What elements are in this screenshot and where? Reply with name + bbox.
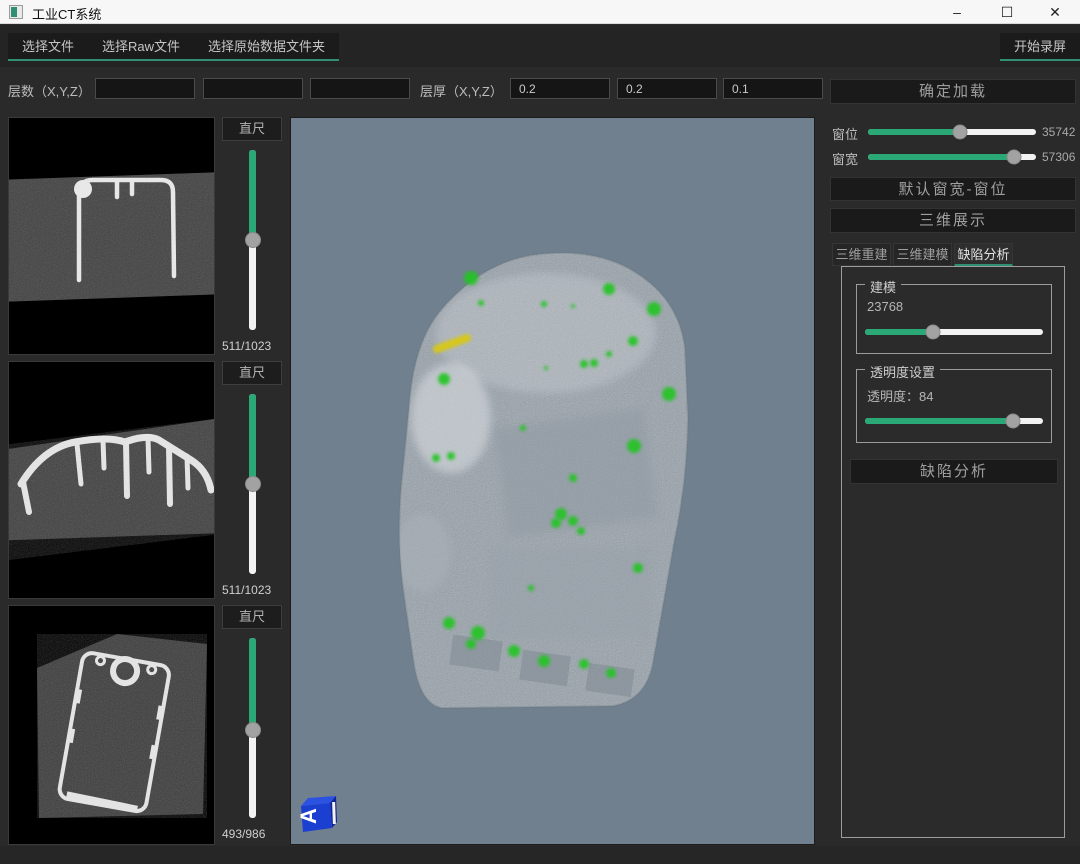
layers-y-input[interactable] xyxy=(203,78,303,99)
defect-analysis-panel: 建模 23768 透明度设置 透明度：84 缺陷分析 xyxy=(841,266,1065,838)
thickness-z-input[interactable] xyxy=(723,78,823,99)
select-file-button[interactable]: 选择文件 xyxy=(8,33,88,59)
modeling-groupbox: 建模 23768 xyxy=(856,284,1052,354)
display-3d-button[interactable]: 三维展示 xyxy=(830,208,1076,233)
close-button[interactable]: ✕ xyxy=(1032,0,1078,24)
modeling-value: 23768 xyxy=(867,299,903,314)
slider-thumb[interactable] xyxy=(245,722,261,738)
slice-position-label: 511/1023 xyxy=(222,339,286,353)
slider-fill xyxy=(868,154,1014,160)
slice-view-yz xyxy=(8,605,215,845)
slider-thumb[interactable] xyxy=(1007,150,1022,165)
window-level-slider[interactable] xyxy=(868,129,1036,135)
opacity-value-label: 透明度：84 xyxy=(867,386,933,405)
orientation-cube-logo: A xyxy=(296,794,338,836)
confirm-load-button[interactable]: 确定加载 xyxy=(830,79,1076,104)
default-window-button[interactable]: 默认窗宽-窗位 xyxy=(830,177,1076,201)
opacity-groupbox: 透明度设置 透明度：84 xyxy=(856,369,1052,443)
opacity-group-title: 透明度设置 xyxy=(865,362,940,381)
slider-fill xyxy=(249,394,256,484)
layers-x-input[interactable] xyxy=(95,78,195,99)
minimize-button[interactable]: – xyxy=(934,0,980,24)
modeling-group-title: 建模 xyxy=(865,277,901,296)
select-raw-folder-button[interactable]: 选择原始数据文件夹 xyxy=(194,33,339,59)
toolbar: 选择文件 选择Raw文件 选择原始数据文件夹 开始录屏 xyxy=(0,25,1080,67)
slice-yz-slider[interactable] xyxy=(249,638,256,818)
file-button-group: 选择文件 选择Raw文件 选择原始数据文件夹 xyxy=(8,33,339,61)
slider-thumb[interactable] xyxy=(245,476,261,492)
slider-fill xyxy=(249,150,256,240)
modeling-slider[interactable] xyxy=(865,329,1043,335)
thickness-label: 层厚（X,Y,Z） xyxy=(420,81,503,100)
tab-defect-analysis[interactable]: 缺陷分析 xyxy=(954,243,1013,266)
tab-3d-modeling[interactable]: 三维建模 xyxy=(893,243,952,266)
slider-fill xyxy=(249,638,256,730)
title-bar: 工业CT系统 – ☐ ✕ xyxy=(0,0,1080,24)
ruler-button[interactable]: 直尺 xyxy=(222,117,282,141)
slice-view-xz xyxy=(8,361,215,599)
window-bottom-edge xyxy=(0,846,1080,864)
window-width-label: 窗宽 xyxy=(832,149,858,168)
slice-xy-slider[interactable] xyxy=(249,150,256,330)
slice-yz-controls: 直尺 493/986 xyxy=(222,605,286,847)
slider-fill xyxy=(865,418,1013,424)
layers-z-input[interactable] xyxy=(310,78,410,99)
ct-volume-render xyxy=(291,118,814,844)
slice-xz-slider[interactable] xyxy=(249,394,256,574)
run-defect-analysis-button[interactable]: 缺陷分析 xyxy=(850,459,1058,484)
ruler-button[interactable]: 直尺 xyxy=(222,361,282,385)
thickness-x-input[interactable] xyxy=(510,78,610,99)
slice-xy-controls: 直尺 511/1023 xyxy=(222,117,286,357)
ruler-button[interactable]: 直尺 xyxy=(222,605,282,629)
tab-3d-reconstruction[interactable]: 三维重建 xyxy=(832,243,891,266)
window-level-label: 窗位 xyxy=(832,124,858,143)
select-raw-file-button[interactable]: 选择Raw文件 xyxy=(88,33,194,59)
slider-thumb[interactable] xyxy=(925,325,940,340)
maximize-button[interactable]: ☐ xyxy=(984,0,1030,24)
layers-label: 层数（X,Y,Z） xyxy=(8,81,91,100)
start-recording-button[interactable]: 开始录屏 xyxy=(1000,33,1080,61)
window-title: 工业CT系统 xyxy=(32,4,101,23)
window-level-value: 35742 xyxy=(1042,125,1075,139)
slider-thumb[interactable] xyxy=(953,125,968,140)
slice-view-xy xyxy=(8,117,215,355)
window-width-slider[interactable] xyxy=(868,154,1036,160)
slider-thumb[interactable] xyxy=(245,232,261,248)
slice-position-label: 511/1023 xyxy=(222,583,286,597)
slice-xz-controls: 直尺 511/1023 xyxy=(222,361,286,601)
slider-fill xyxy=(868,129,960,135)
slice-position-label: 493/986 xyxy=(222,827,286,841)
svg-text:A: A xyxy=(296,808,321,824)
slider-fill xyxy=(865,329,933,335)
thickness-y-input[interactable] xyxy=(617,78,717,99)
slider-thumb[interactable] xyxy=(1005,414,1020,429)
opacity-slider[interactable] xyxy=(865,418,1043,424)
app-window-icon xyxy=(9,5,23,19)
window-width-value: 57306 xyxy=(1042,150,1075,164)
viewport-3d[interactable]: A xyxy=(290,117,815,845)
